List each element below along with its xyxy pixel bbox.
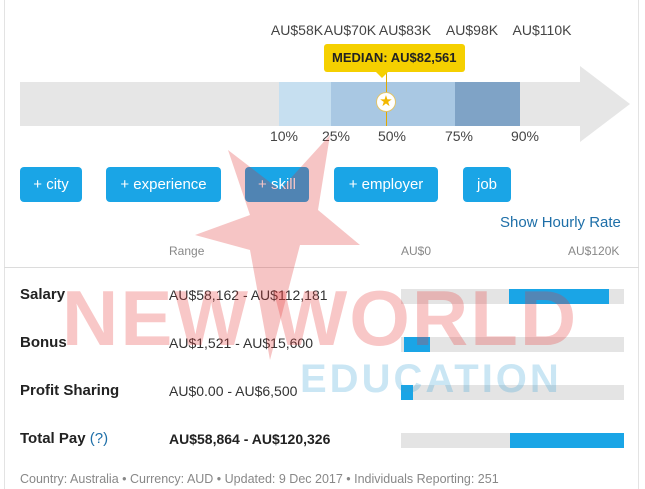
total-pay-label: Total Pay (?) [20, 430, 108, 447]
total-pay-range-bar [401, 433, 624, 448]
add-city-button[interactable]: + city [20, 167, 82, 202]
p90-label: 90% [510, 128, 540, 144]
bonus-range: AU$1,521 - AU$15,600 [169, 335, 313, 351]
profit-sharing-range: AU$0.00 - AU$6,500 [169, 383, 298, 399]
table-divider [4, 267, 639, 268]
show-hourly-rate-link[interactable]: Show Hourly Rate [500, 214, 621, 231]
percentile-labels: 10% 25% 50% 75% 90% [0, 128, 645, 148]
p10-value: AU$58K [270, 22, 324, 38]
add-employer-button[interactable]: + employer [334, 167, 438, 202]
profit-sharing-range-bar [401, 385, 624, 400]
salary-range-bar [401, 289, 624, 304]
p25-label: 25% [321, 128, 351, 144]
p50-value: AU$83K [378, 22, 432, 38]
profit-sharing-label: Profit Sharing [20, 382, 120, 399]
total-pay-range: AU$58,864 - AU$120,326 [169, 431, 331, 447]
percentile-values: AU$58K AU$70K AU$83K AU$98K AU$110K [0, 22, 645, 42]
salary-range-fill [509, 289, 610, 304]
p90-value: AU$110K [512, 22, 572, 38]
profit-sharing-range-fill [401, 385, 414, 400]
median-label: MEDIAN: AU$82,561 [324, 44, 465, 78]
segment-10-25 [279, 82, 331, 126]
total-pay-help-link[interactable]: (?) [90, 430, 108, 447]
salary-label: Salary [20, 286, 66, 303]
range-header: Range [169, 244, 205, 258]
total-pay-range-fill [510, 433, 624, 448]
total-pay-text: Total Pay [20, 430, 86, 447]
scale-min-label: AU$0 [401, 244, 432, 258]
bonus-range-bar [401, 337, 624, 352]
p75-value: AU$98K [445, 22, 499, 38]
salary-range: AU$58,162 - AU$112,181 [169, 287, 328, 303]
job-button[interactable]: job [463, 167, 511, 202]
p10-label: 10% [269, 128, 299, 144]
p75-label: 75% [444, 128, 474, 144]
star-icon: ★ [376, 92, 396, 112]
scale-max-label: AU$120K [568, 244, 620, 258]
footer-meta: Country: Australia • Currency: AUD • Upd… [20, 472, 499, 486]
bonus-range-fill [403, 337, 430, 352]
add-experience-button[interactable]: + experience [106, 167, 221, 202]
bonus-label: Bonus [20, 334, 67, 351]
p25-value: AU$70K [323, 22, 377, 38]
p50-label: 50% [377, 128, 407, 144]
segment-75-90 [455, 82, 520, 126]
add-skill-button[interactable]: + skill [245, 167, 309, 202]
